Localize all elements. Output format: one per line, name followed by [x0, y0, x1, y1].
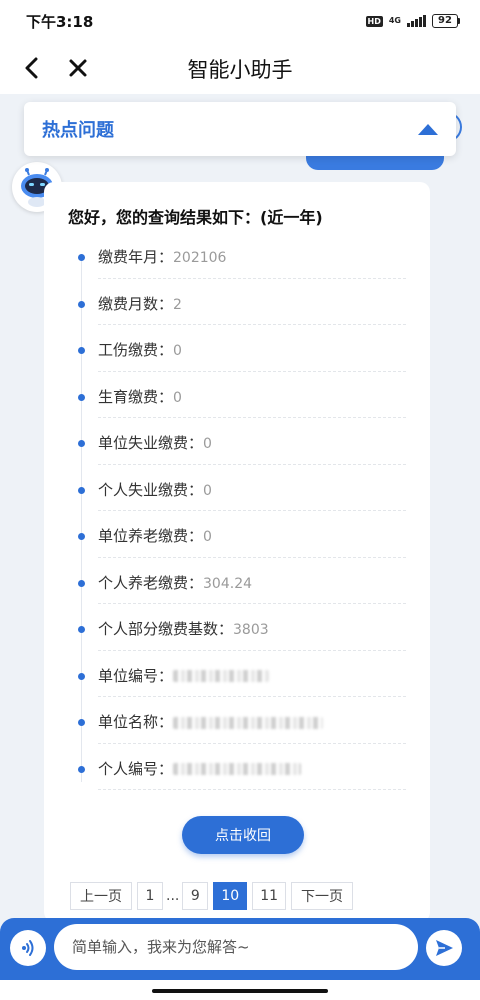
item-label: 工伤缴费：: [98, 341, 174, 359]
item-label: 单位失业缴费：: [98, 434, 204, 452]
voice-button[interactable]: [10, 930, 46, 966]
item-value: 2: [173, 296, 182, 313]
home-indicator-area: [0, 980, 480, 1000]
status-time: 下午3:18: [26, 12, 94, 31]
page-ellipsis: ...: [166, 888, 180, 904]
item-value: 304.24: [203, 575, 253, 592]
item-label: 单位养老缴费：: [98, 527, 204, 545]
item-value: 202106: [173, 250, 227, 266]
item-label: 个人失业缴费：: [98, 480, 204, 499]
bullet-dot: [78, 579, 85, 587]
item-label: 缴费月数：: [98, 294, 174, 313]
list-item: 个人编号：: [44, 744, 430, 790]
result-list: 缴费年月：202106 缴费月数：2 工伤缴费：0 生育缴费：0 单位失业缴费：…: [44, 232, 430, 790]
list-item: 个人部分缴费基数：3803: [44, 604, 430, 651]
nav-bar: 智能小助手: [0, 42, 480, 94]
home-indicator[interactable]: [152, 989, 328, 993]
list-item: 个人养老缴费：304.24: [44, 558, 430, 604]
page-button-1[interactable]: 1: [137, 882, 163, 910]
hd-icon: HD: [365, 15, 383, 27]
bullet-dot: [78, 626, 85, 633]
item-label: 个人养老缴费：: [98, 573, 204, 592]
network-label: 4G: [388, 16, 401, 25]
item-label: 单位编号：: [98, 666, 174, 685]
item-label: 个人编号：: [98, 759, 174, 778]
list-item: 缴费月数：2: [44, 279, 430, 325]
redacted-value: [173, 670, 270, 682]
item-value: 0: [203, 482, 212, 499]
bullet-dot: [78, 672, 85, 680]
page-button-9[interactable]: 9: [182, 882, 209, 910]
hot-topics-panel[interactable]: 热点问题: [24, 102, 456, 156]
query-result-card: 您好，您的查询结果如下：(近一年) 缴费年月：202106 缴费月数：2 工伤缴…: [44, 182, 430, 922]
item-label: 单位名称：: [98, 713, 174, 731]
input-bar: [0, 918, 480, 980]
bullet-dot: [78, 486, 85, 494]
list-item: 单位名称：: [44, 697, 430, 744]
bullet-dot: [78, 347, 85, 354]
bullet-dot: [78, 393, 85, 401]
item-value: 0: [203, 436, 212, 452]
battery-level: 92: [432, 14, 458, 28]
send-button[interactable]: [426, 930, 462, 966]
battery-icon: 92: [432, 14, 460, 28]
bullet-dot: [78, 533, 85, 540]
list-item: 缴费年月：202106: [44, 232, 430, 279]
page-title: 智能小助手: [187, 58, 293, 82]
item-label: 缴费年月：: [98, 248, 174, 266]
next-page-button[interactable]: 下一页: [291, 882, 354, 910]
prev-page-button[interactable]: 上一页: [70, 882, 132, 910]
list-item: 单位失业缴费：0: [44, 418, 430, 465]
voice-wave-icon: [22, 940, 34, 956]
item-value: 0: [203, 529, 212, 545]
collapse-arrow-icon[interactable]: [418, 123, 438, 135]
list-item: 单位养老缴费：0: [44, 511, 430, 558]
result-heading: 您好，您的查询结果如下：(近一年): [68, 208, 323, 227]
pagination: 上一页 1 ... 9 10 11 下一页: [70, 882, 354, 910]
bullet-dot: [78, 765, 85, 773]
list-item: 个人失业缴费：0: [44, 465, 430, 511]
hot-topics-title: 热点问题: [42, 120, 114, 141]
item-label: 生育缴费：: [98, 387, 174, 406]
item-value: 3803: [233, 622, 269, 638]
item-value: 0: [173, 389, 182, 406]
list-item: 单位编号：: [44, 651, 430, 697]
item-value: 0: [173, 343, 182, 359]
page-button-10[interactable]: 10: [213, 882, 248, 910]
bullet-dot: [78, 300, 85, 308]
collapse-button[interactable]: 点击收回: [182, 816, 304, 854]
item-label: 个人部分缴费基数：: [98, 620, 234, 638]
list-item: 生育缴费：0: [44, 372, 430, 418]
redacted-value: [173, 763, 302, 775]
status-bar: 下午3:18 HD 4G 92: [0, 0, 480, 42]
status-indicators: HD 4G 92: [365, 14, 460, 28]
signal-icon: [407, 15, 426, 27]
bullet-dot: [78, 440, 85, 447]
redacted-value: [173, 716, 324, 729]
send-icon: [436, 940, 453, 956]
page-button-11[interactable]: 11: [252, 882, 287, 910]
bullet-dot: [78, 254, 85, 261]
bullet-dot: [78, 719, 85, 726]
list-item: 工伤缴费：0: [44, 325, 430, 372]
message-input[interactable]: [54, 924, 418, 970]
